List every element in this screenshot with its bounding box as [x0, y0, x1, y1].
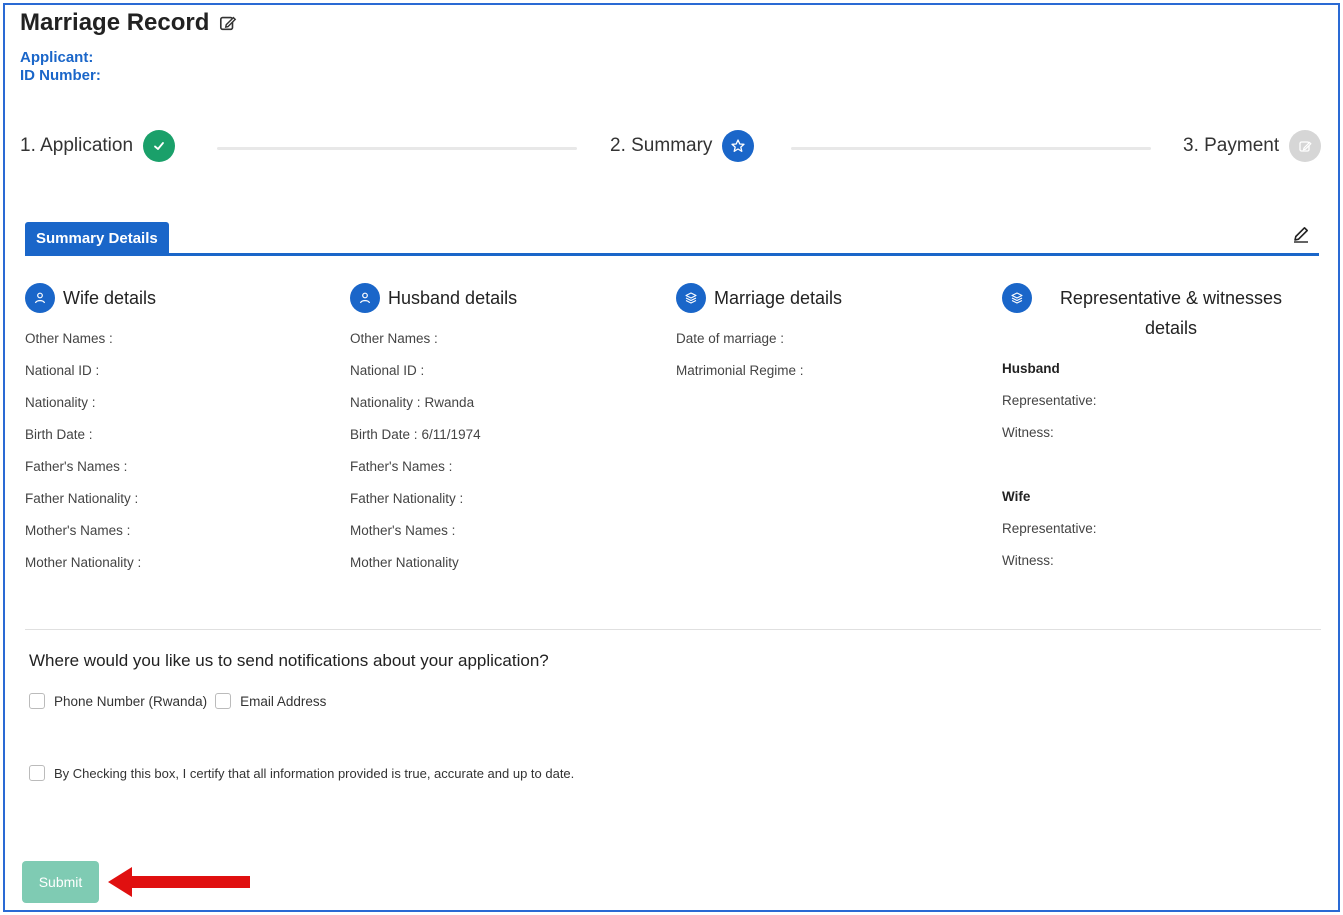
certify-label: By Checking this box, I certify that all… — [54, 765, 575, 781]
husband-witness: Witness: — [1002, 425, 1054, 440]
wife-representative: Representative: — [1002, 521, 1097, 536]
email-address-checkbox[interactable] — [215, 693, 232, 709]
certify-checkbox[interactable] — [29, 765, 45, 781]
layers-icon — [1002, 283, 1032, 313]
marriage-details-header: Marriage details — [676, 283, 986, 313]
phone-number-label: Phone Number (Rwanda) — [54, 693, 208, 709]
wife-subheading: Wife — [1002, 489, 1031, 504]
husband-mothers-names: Mother's Names : — [350, 523, 456, 538]
check-icon — [143, 130, 176, 162]
marriage-details-section: Marriage details Date of marriage : Matr… — [676, 283, 986, 387]
husband-other-names: Other Names : — [350, 331, 438, 346]
husband-birth-date: Birth Date :6/11/1974 — [350, 427, 481, 442]
husband-details-title: Husband details — [388, 288, 518, 308]
step-payment[interactable]: 3. Payment — [1183, 130, 1322, 162]
marriage-details-title: Marriage details — [714, 288, 843, 308]
certify-option: By Checking this box, I certify that all… — [29, 765, 574, 781]
wife-details-title: Wife details — [63, 288, 157, 308]
husband-father-nationality: Father Nationality : — [350, 491, 464, 506]
star-icon — [722, 130, 755, 162]
applicant-label: Applicant: — [20, 49, 94, 66]
husband-details-section: Husband details Other Names : National I… — [350, 283, 660, 579]
pencil-icon[interactable] — [1291, 224, 1311, 244]
step-connector — [217, 147, 577, 150]
witnesses-details-header: Representative & witnesses details — [1002, 283, 1302, 343]
husband-details-header: Husband details — [350, 283, 660, 313]
notifications-question: Where would you like us to send notifica… — [29, 651, 549, 670]
wife-mothers-names: Mother's Names : — [25, 523, 131, 538]
wife-fathers-names: Father's Names : — [25, 459, 128, 474]
step-summary[interactable]: 2. Summary — [610, 130, 755, 162]
page-title: Marriage Record — [20, 9, 237, 37]
wife-mother-nationality: Mother Nationality : — [25, 555, 142, 570]
submit-button[interactable]: Submit — [22, 861, 99, 903]
step-connector — [791, 147, 1151, 150]
wife-nationality: Nationality : — [25, 395, 96, 410]
marriage-record-panel: Marriage Record Applicant: ID Number: 1.… — [3, 3, 1340, 912]
wife-details-header: Wife details — [25, 283, 335, 313]
applicant-info: Applicant: ID Number: — [20, 49, 101, 85]
tab-bar: Summary Details — [25, 220, 1319, 256]
wife-witness: Witness: — [1002, 553, 1054, 568]
id-number-label: ID Number: — [20, 67, 101, 84]
date-of-marriage: Date of marriage : — [676, 331, 785, 346]
matrimonial-regime: Matrimonial Regime : — [676, 363, 804, 378]
witnesses-details-title: Representative & witnesses details — [1059, 288, 1283, 338]
step-application[interactable]: 1. Application — [20, 130, 176, 162]
wife-father-nationality: Father Nationality : — [25, 491, 139, 506]
user-icon — [350, 283, 380, 313]
wife-birth-date: Birth Date : — [25, 427, 93, 442]
husband-nationality: Nationality : Rwanda — [350, 395, 475, 410]
husband-national-id: National ID : — [350, 363, 425, 378]
step-summary-label: 2. Summary — [610, 135, 713, 156]
husband-fathers-names: Father's Names : — [350, 459, 453, 474]
witnesses-details-section: Representative & witnesses details Husba… — [1002, 283, 1302, 577]
husband-mother-nationality: Mother Nationality — [350, 555, 459, 570]
notification-options: Phone Number (Rwanda) Email Address — [29, 693, 334, 709]
email-address-label: Email Address — [240, 693, 327, 709]
step-application-label: 1. Application — [20, 135, 134, 156]
edit-icon[interactable] — [219, 14, 237, 32]
wife-details-section: Wife details Other Names : National ID :… — [25, 283, 335, 579]
step-payment-label: 3. Payment — [1183, 135, 1280, 156]
phone-number-checkbox[interactable] — [29, 693, 45, 709]
husband-subheading: Husband — [1002, 361, 1060, 376]
user-icon — [25, 283, 55, 313]
husband-representative: Representative: — [1002, 393, 1097, 408]
wife-other-names: Other Names : — [25, 331, 113, 346]
layers-icon — [676, 283, 706, 313]
progress-stepper: 1. Application 2. Summary 3. Payment — [20, 130, 1325, 170]
tab-summary-details[interactable]: Summary Details — [25, 222, 169, 254]
page-title-text: Marriage Record — [20, 9, 210, 36]
section-divider — [25, 629, 1321, 630]
red-arrow-annotation — [108, 867, 250, 897]
wife-national-id: National ID : — [25, 363, 100, 378]
edit-icon — [1289, 130, 1322, 162]
